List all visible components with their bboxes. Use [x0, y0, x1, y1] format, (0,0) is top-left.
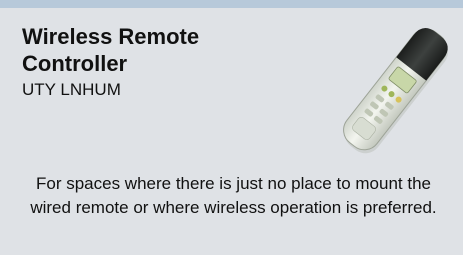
product-model-number: UTY LNHUM — [22, 80, 121, 99]
product-card: Wireless Remote Controller UTY LNHUM For… — [0, 0, 463, 255]
product-description: For spaces where there is just no place … — [30, 174, 437, 217]
product-title-line-1: Wireless Remote — [22, 24, 200, 49]
remote-controller-icon — [343, 28, 448, 154]
card-top-bar — [0, 0, 463, 8]
product-title-line-2: Controller — [22, 51, 128, 76]
product-title: Wireless Remote Controller — [22, 23, 199, 77]
